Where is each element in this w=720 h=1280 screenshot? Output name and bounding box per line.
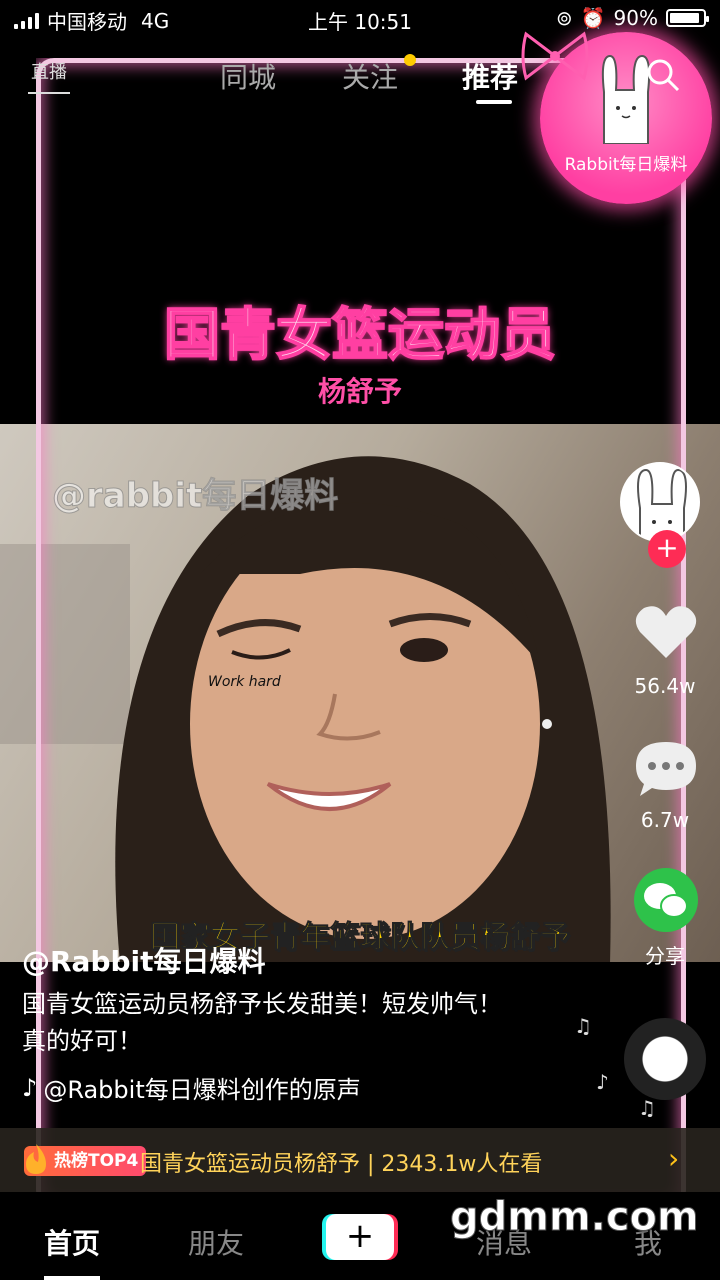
like-count: 56.4w <box>634 674 696 698</box>
tab-home[interactable]: 首页 <box>44 1222 100 1262</box>
flame-icon <box>26 1144 46 1174</box>
heart-icon[interactable] <box>634 604 698 660</box>
search-icon[interactable] <box>646 58 680 92</box>
top-nav: 直播 同城 关注 推荐 <box>0 52 720 104</box>
create-button[interactable]: + <box>326 1214 394 1260</box>
badge-label: Rabbit每日爆料 <box>564 155 688 175</box>
video-title-overlay: 国青女篮运动员 <box>163 302 557 369</box>
battery-icon <box>666 9 709 27</box>
bow-icon <box>521 31 589 81</box>
music-title: @Rabbit每日爆料创作的原声 <box>43 1076 361 1104</box>
music-note-icon: ♫ <box>574 1014 592 1038</box>
comment-count: 6.7w <box>640 808 690 832</box>
hot-list-banner[interactable]: 热榜TOP4 国青女篮运动员杨舒予 | 2343.1w人在看 › <box>0 1128 720 1192</box>
tab-friends[interactable]: 朋友 <box>188 1222 244 1262</box>
tab-nearby[interactable]: 同城 <box>220 56 276 96</box>
video-subtitle-overlay: 杨舒予 <box>317 375 402 408</box>
wechat-share-icon[interactable] <box>634 868 698 932</box>
music-note-icon: ♫ <box>638 1096 656 1120</box>
live-button[interactable]: 直播 <box>28 58 70 94</box>
share-label[interactable]: 分享 <box>610 940 720 969</box>
home-tab-indicator <box>44 1276 100 1280</box>
chevron-right-icon: › <box>668 1142 680 1175</box>
music-disc[interactable] <box>624 1018 706 1100</box>
author-name[interactable]: @Rabbit每日爆料 <box>22 940 266 980</box>
tab-recommended[interactable]: 推荐 <box>462 56 518 96</box>
video-watermark: @rabbit每日爆料 <box>51 476 339 517</box>
notification-dot <box>404 54 416 66</box>
music-row[interactable]: ♪ @Rabbit每日爆料创作的原声 <box>22 1070 382 1105</box>
follow-button[interactable]: + <box>648 530 686 568</box>
status-bar: 中国移动 4G 上午 10:51 ⊚ ⏰ 90% <box>0 0 720 36</box>
comment-icon[interactable] <box>634 740 698 796</box>
site-watermark: gdmm.com <box>450 1194 700 1241</box>
post-description: 国青女篮运动员杨舒予长发甜美！短发帅气！真的好可！ <box>22 990 502 1055</box>
active-tab-indicator <box>476 100 512 104</box>
tab-following[interactable]: 关注 <box>342 56 398 96</box>
battery-percent: 90% <box>613 6 658 30</box>
music-note-icon: ♪ <box>596 1070 609 1094</box>
tiktok-note-icon: ♪ <box>22 1073 38 1102</box>
face-writing: Work hard <box>208 674 281 690</box>
hot-text: 国青女篮运动员杨舒予 | 2343.1w人在看 <box>140 1152 543 1177</box>
